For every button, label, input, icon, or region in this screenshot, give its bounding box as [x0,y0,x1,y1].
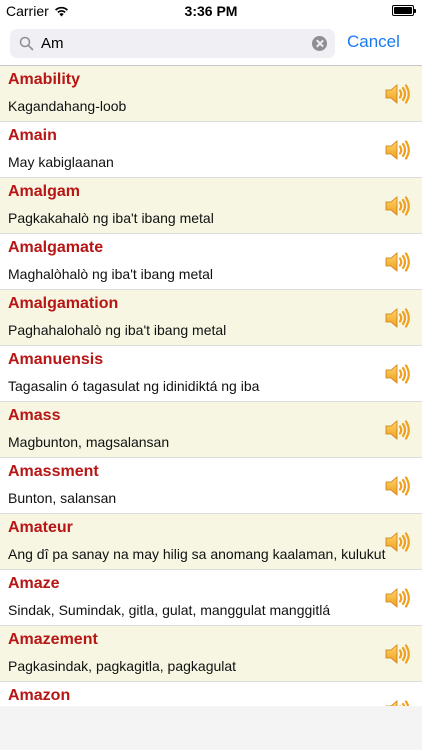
speaker-icon[interactable] [384,586,412,615]
entry-meaning: Tagasalin ó tagasulat ng idinidiktá ng i… [8,378,260,394]
search-input[interactable]: Am [10,29,335,58]
entry-word: Amalgamation [8,295,119,312]
speaker-icon[interactable] [384,138,412,167]
entry-word: Amalgamate [8,239,104,256]
search-bar: Am Cancel [0,22,422,66]
clear-icon[interactable] [312,36,327,51]
entry-word: Amass [8,407,61,424]
speaker-icon[interactable] [384,82,412,111]
list-item[interactable]: Amalgamate Maghalòhalò ng iba't ibang met… [0,234,422,290]
entry-meaning: May kabiglaanan [8,154,114,170]
bottom-area [0,706,422,750]
speaker-icon[interactable] [384,698,412,706]
status-bar: Carrier 3:36 PM [0,0,422,22]
list-item[interactable]: Amalgam Pagkakahalò ng iba't ibang metal [0,178,422,234]
speaker-icon[interactable] [384,250,412,279]
battery-icon [392,5,416,16]
speaker-icon[interactable] [384,642,412,671]
list-item[interactable]: Amateur Ang dî pa sanay na may hilig sa a… [0,514,422,570]
entry-meaning: Pagkasindak, pagkagitla, pagkagulat [8,658,237,674]
list-item[interactable]: Amazement Pagkasindak, pagkagitla, pagkag… [0,626,422,682]
battery-fill [394,7,412,14]
entry-word: Amazement [8,631,98,648]
entry-word: Amanuensis [8,351,104,368]
list-item[interactable]: Amazon [0,682,422,706]
entry-word: Amassment [8,463,99,480]
entry-word: Amazon [8,687,71,704]
speaker-icon[interactable] [384,194,412,223]
speaker-icon[interactable] [384,474,412,503]
word-list[interactable]: Amability Kagandahang-loob Amain May kabigl… [0,66,422,706]
entry-meaning: Sindak, Sumindak, gitla, gulat, manggula… [8,602,331,618]
entry-word: Amalgam [8,183,81,200]
entry-word: Amaze [8,575,60,592]
list-item[interactable]: Amability Kagandahang-loob [0,66,422,122]
speaker-icon[interactable] [384,362,412,391]
entry-meaning: Paghahalohalò ng iba't ibang metal [8,322,227,338]
speaker-icon[interactable] [384,530,412,559]
entry-meaning: Kagandahang-loob [8,98,127,114]
entry-word: Amateur [8,519,73,536]
entry-meaning: Ang dî pa sanay na may hilig sa anomang … [8,546,386,562]
list-item[interactable]: Amassment Bunton, salansan [0,458,422,514]
entry-meaning: Pagkakahalò ng iba't ibang metal [8,210,214,226]
entry-meaning: Bunton, salansan [8,490,117,506]
speaker-icon[interactable] [384,306,412,335]
entry-word: Amain [8,127,57,144]
list-item[interactable]: Amass Magbunton, magsalansan [0,402,422,458]
entry-meaning: Magbunton, magsalansan [8,434,170,450]
search-icon [19,36,34,51]
list-item[interactable]: Amalgamation Paghahalohalò ng iba't ibang… [0,290,422,346]
speaker-icon[interactable] [384,418,412,447]
entry-meaning: Maghalòhalò ng iba't ibang metal [8,266,214,282]
list-item[interactable]: Amain May kabiglaanan [0,122,422,178]
entry-word: Amability [8,71,81,88]
list-item[interactable]: Amaze Sindak, Sumindak, gitla, gulat, man… [0,570,422,626]
cancel-button[interactable]: Cancel [347,32,400,52]
status-time: 3:36 PM [184,3,238,19]
search-query: Am [41,35,64,52]
list-item[interactable]: Amanuensis Tagasalin ó tagasulat ng idini… [0,346,422,402]
